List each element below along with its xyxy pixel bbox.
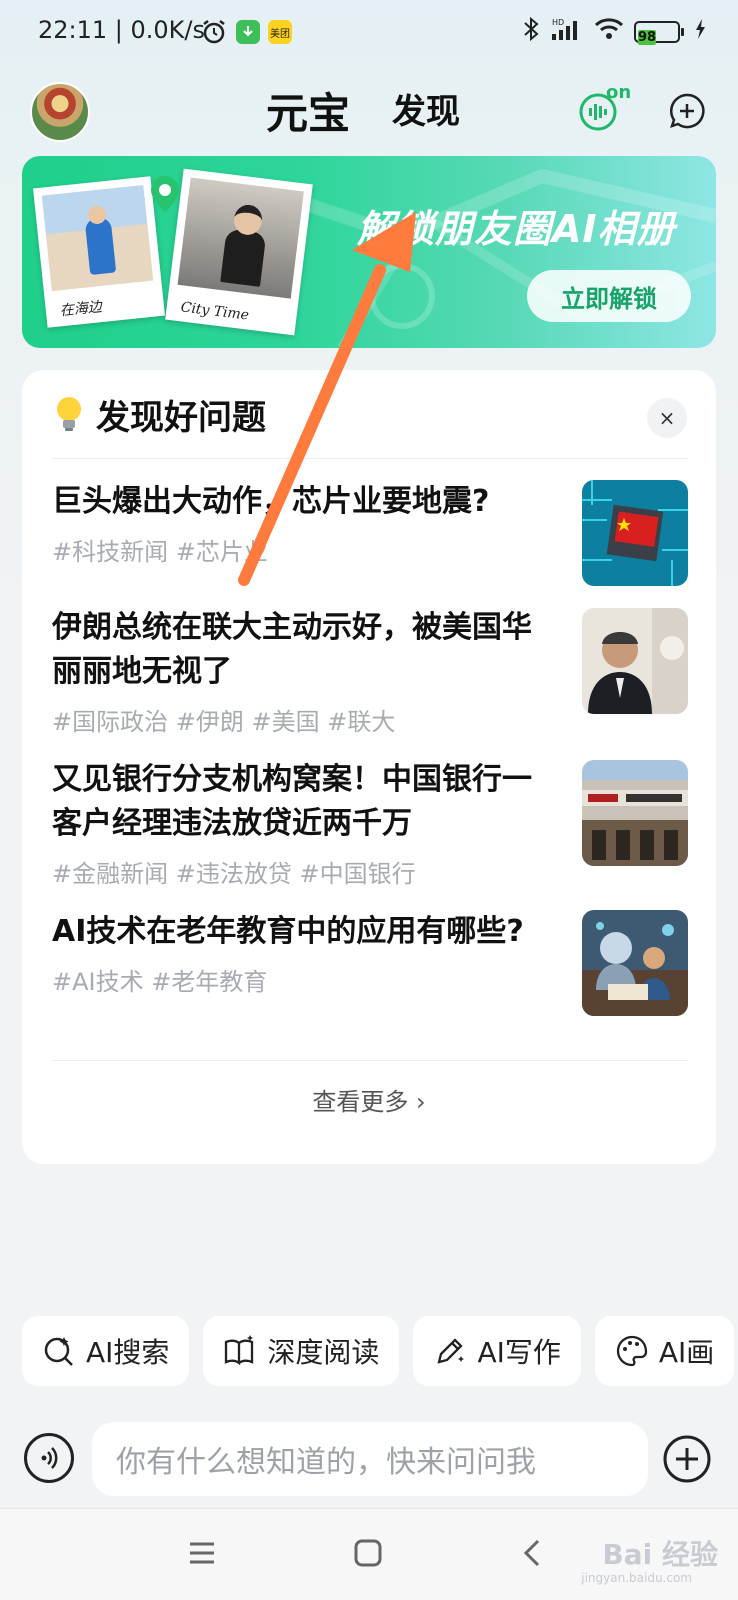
voice-input-button[interactable] — [24, 1433, 74, 1483]
new-chat-button[interactable] — [668, 92, 706, 130]
unlock-now-button[interactable]: 立即解锁 — [527, 270, 691, 322]
tab-yuanbao[interactable]: 元宝 — [266, 80, 350, 141]
menu-icon[interactable] — [182, 1533, 222, 1573]
question-text: 巨头爆出大动作，芯片业要地震? — [52, 484, 490, 519]
question-item[interactable]: 又见银行分支机构窝案！中国银行一客户经理违法放贷近两千万 #金融新闻 #违法放贷… — [52, 758, 688, 889]
ask-input[interactable]: 你有什么想知道的，快来问问我 — [92, 1422, 648, 1496]
baidu-watermark-url: jingyan.baidu.com — [581, 1571, 692, 1585]
chip-label: 深度阅读 — [267, 1336, 380, 1369]
question-text: AI技术在老年教育中的应用有哪些? — [52, 914, 524, 949]
chip-label: AI写作 — [477, 1336, 561, 1369]
ai-writing-chip[interactable]: AI写作 — [413, 1316, 581, 1386]
ai-search-chip[interactable]: AI搜索 — [22, 1316, 190, 1386]
question-item[interactable]: 巨头爆出大动作，芯片业要地震? #科技新闻 #芯片业 — [52, 480, 688, 586]
signal-icon: HD — [550, 17, 584, 46]
see-more-link[interactable]: 查看更多 › — [22, 1082, 716, 1117]
system-nav-bar: Bai 经验 jingyan.baidu.com — [0, 1508, 738, 1600]
ai-painting-chip[interactable]: AI画 — [594, 1316, 735, 1386]
meituan-app-icon: 美团 — [268, 20, 292, 44]
city-photo: City Time — [165, 168, 313, 336]
status-right: HD 98 — [522, 16, 706, 47]
voice-on-badge: on — [606, 82, 632, 103]
battery-icon: 98 — [634, 20, 684, 45]
plus-circle-icon — [663, 1435, 711, 1483]
card-title: 发现好问题 — [96, 398, 266, 438]
bank-building-image — [582, 760, 688, 866]
add-attachment-button[interactable] — [662, 1434, 712, 1484]
home-icon[interactable] — [348, 1533, 388, 1573]
ai-album-banner[interactable]: 在海边 City Time 解锁朋友圈AI相册 立即解锁 — [22, 156, 716, 348]
battery-level: 98 — [638, 29, 657, 45]
beach-photo: 在海边 — [33, 176, 165, 328]
svg-text:HD: HD — [552, 18, 564, 27]
book-sparkle-icon — [225, 1335, 254, 1366]
deep-reading-chip[interactable]: 深度阅读 — [203, 1316, 400, 1386]
search-sparkle-icon — [44, 1337, 73, 1366]
photo-caption-city: City Time — [179, 299, 250, 324]
chip-label: AI画 — [658, 1336, 715, 1369]
tab-discover[interactable]: 发现 — [392, 84, 460, 133]
lightbulb-icon — [52, 394, 86, 434]
close-card-button[interactable]: × — [647, 398, 687, 438]
banner-title: 解锁朋友圈AI相册 — [357, 207, 676, 251]
wifi-icon — [594, 17, 624, 46]
question-text: 伊朗总统在联大主动示好，被美国华丽丽地无视了 — [52, 610, 532, 689]
bluetooth-icon — [522, 16, 540, 47]
pen-icon — [437, 1338, 465, 1364]
download-app-icon — [236, 20, 260, 44]
charging-icon — [694, 18, 706, 45]
alarm-icon — [200, 18, 228, 50]
baidu-watermark: Bai 经验 — [602, 1538, 718, 1571]
ai-education-image — [582, 910, 688, 1016]
avatar[interactable] — [30, 82, 90, 142]
quick-actions: AI搜索 深度阅读 AI写作 AI画 — [22, 1316, 735, 1386]
location-pin-icon — [148, 174, 182, 214]
question-text: 又见银行分支机构窝案！中国银行一客户经理违法放贷近两千万 — [52, 762, 532, 841]
chip-flag-image — [582, 480, 688, 586]
divider — [52, 458, 688, 459]
question-item[interactable]: AI技术在老年教育中的应用有哪些? #AI技术 #老年教育 — [52, 910, 688, 1016]
voice-call-button[interactable]: on — [578, 82, 631, 132]
discover-questions-card: 发现好问题 × 巨头爆出大动作，芯片业要地震? #科技新闻 #芯片业 伊朗总统在… — [22, 370, 716, 1164]
divider — [52, 1060, 688, 1061]
photo-caption-beach: 在海边 — [59, 299, 103, 320]
status-time: 22:11 | 0.0K/s — [38, 16, 206, 44]
sound-wave-icon — [41, 1447, 58, 1469]
chip-label: AI搜索 — [86, 1336, 170, 1369]
back-icon[interactable] — [514, 1533, 554, 1573]
question-item[interactable]: 伊朗总统在联大主动示好，被美国华丽丽地无视了 #国际政治 #伊朗 #美国 #联大 — [52, 606, 688, 737]
politician-image — [582, 608, 688, 714]
palette-icon — [616, 1335, 648, 1367]
